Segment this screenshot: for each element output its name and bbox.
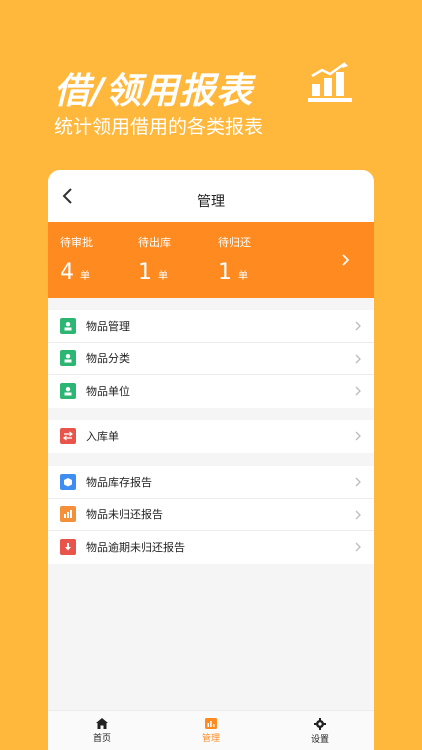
page-title: 管理 [197,194,225,210]
hero-subtitle: 统计领用借用的各类报表 [54,116,264,138]
home-icon [96,718,108,729]
user-icon [60,383,76,400]
menu-item-inbound-order[interactable]: 入库单 [48,420,374,453]
chevron-right-icon [355,477,361,487]
menu-item-goods-management[interactable]: 物品管理 [48,310,374,343]
chevron-right-icon [355,431,361,441]
bar-chart-icon [308,62,352,102]
menu-item-label: 物品单位 [86,385,130,399]
hero-title: 借/领用报表 [54,71,254,112]
stat-value: 1 [138,260,152,285]
menu-item-label: 物品未归还报告 [86,508,163,522]
stat-unit: 单 [158,271,168,282]
chart-icon [205,718,217,729]
bar-chart-icon [60,506,76,523]
menu-group-items: 物品管理 物品分类 物品单位 [48,310,374,408]
phone-screen: 管理 待审批 4单 待出库 1单 待归还 1单 物品管理 物品分类 物品单位 入… [48,170,374,750]
tab-label: 管理 [201,734,220,744]
stat-value: 1 [218,260,232,285]
tab-bar: 首页 管理 设置 [48,710,374,750]
menu-item-label: 物品库存报告 [86,475,152,489]
menu-item-label: 物品逾期未归还报告 [86,541,185,555]
tab-home[interactable]: 首页 [48,711,156,750]
hero-banner: 借/领用报表 统计领用借用的各类报表 [0,0,422,170]
stat-label: 待出库 [138,236,171,249]
chevron-right-icon[interactable] [340,252,352,268]
download-icon [60,539,76,556]
gear-icon [314,717,326,730]
nav-bar: 管理 [48,170,374,222]
menu-group-inbound: 入库单 [48,420,374,453]
stat-unit: 单 [80,271,90,282]
user-icon [60,350,76,367]
menu-item-overdue-report[interactable]: 物品逾期未归还报告 [48,531,374,564]
tab-label: 设置 [310,734,329,745]
stat-value: 4 [60,260,74,285]
chevron-right-icon [355,510,361,519]
cube-icon [60,473,76,490]
menu-item-label: 物品管理 [86,319,130,333]
chevron-right-icon [355,354,361,363]
chevron-right-icon [355,542,361,552]
tab-settings[interactable]: 设置 [266,711,374,750]
stat-pending-outbound: 待出库 1单 [138,234,171,285]
menu-group-reports: 物品库存报告 物品未归还报告 物品逾期未归还报告 [48,466,374,564]
stats-panel[interactable]: 待审批 4单 待出库 1单 待归还 1单 [48,222,374,298]
stat-label: 待归还 [218,236,251,249]
menu-item-goods-unit[interactable]: 物品单位 [48,375,374,408]
menu-item-inventory-report[interactable]: 物品库存报告 [48,466,374,499]
tab-manage[interactable]: 管理 [157,711,265,750]
user-icon [60,317,76,334]
menu-item-label: 入库单 [86,430,119,444]
tab-label: 首页 [92,734,111,744]
stat-pending-approval: 待审批 4单 [60,234,93,285]
swap-icon [60,428,76,445]
stat-unit: 单 [238,271,248,282]
back-arrow-icon[interactable] [58,186,78,206]
chevron-right-icon [355,386,361,396]
menu-item-unreturned-report[interactable]: 物品未归还报告 [48,499,374,531]
chevron-right-icon [355,321,361,331]
menu-item-goods-category[interactable]: 物品分类 [48,343,374,375]
stat-pending-return: 待归还 1单 [218,234,251,285]
stat-label: 待审批 [60,236,93,249]
menu-item-label: 物品分类 [86,352,130,366]
